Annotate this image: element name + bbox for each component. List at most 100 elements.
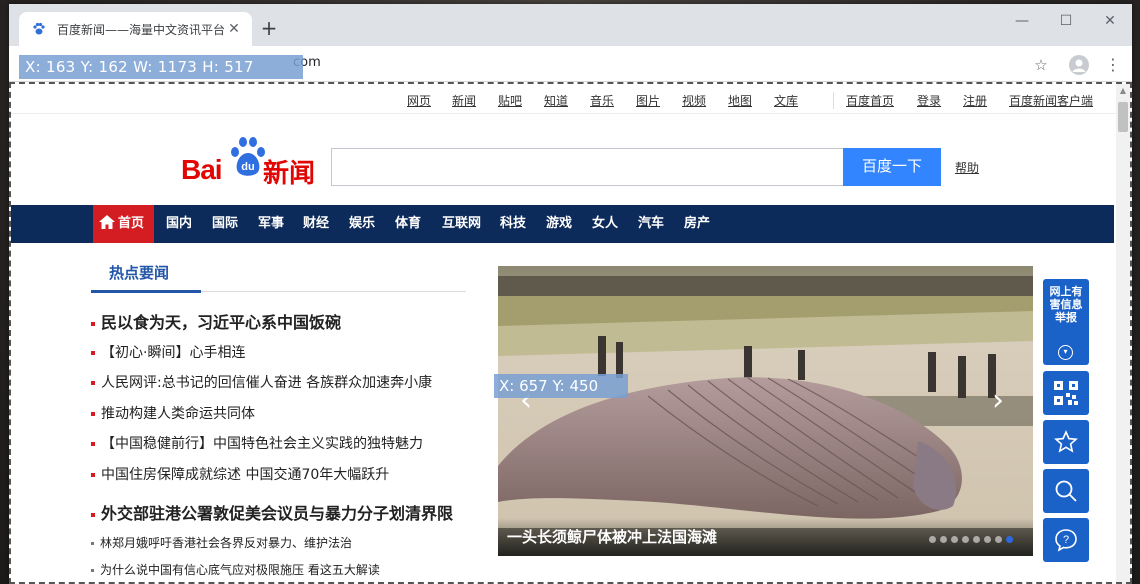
report-harmful-info-button[interactable]: 网上有害信息举报 ▾	[1043, 279, 1089, 365]
hero-caption[interactable]: 一头长须鲸尸体被冲上法国海滩	[507, 526, 717, 547]
logo-bai-text: Bai	[181, 154, 223, 185]
top-link-7[interactable]: 地图	[728, 92, 752, 109]
nav-item-10[interactable]: 汽车	[638, 205, 664, 243]
home-icon	[99, 215, 115, 229]
nav-item-11[interactable]: 房产	[684, 205, 710, 243]
chevron-right-icon[interactable]: ›	[992, 386, 1004, 416]
favorite-button[interactable]	[1043, 420, 1089, 464]
top-link-2[interactable]: 贴吧	[498, 92, 522, 109]
vertical-scrollbar[interactable]: ▲	[1116, 84, 1130, 584]
search-button[interactable]: 百度一下	[843, 148, 941, 186]
nav-item-6[interactable]: 互联网	[442, 205, 481, 243]
top-link-0[interactable]: 网页	[407, 92, 431, 109]
nav-item-home[interactable]: 首页	[93, 205, 154, 243]
search-tool-button[interactable]	[1043, 469, 1089, 513]
news-item[interactable]: 林郑月娥呼吁香港社会各界反对暴力、维护法治	[91, 534, 352, 551]
carousel-dot[interactable]	[940, 536, 947, 543]
web-page: 网页 新闻 贴吧 知道 音乐 图片 视频 地图 文库 百度首页 登录 注册 百度新闻客户端 Bai du…	[11, 84, 1116, 584]
close-tab-icon[interactable]: ✕	[226, 21, 242, 37]
bookmark-star-icon[interactable]: ☆	[1031, 55, 1051, 75]
bullet-marker	[91, 442, 95, 446]
search-input[interactable]	[331, 148, 843, 186]
news-headline: 人民网评:总书记的回信催人奋进 各族群众加速奔小康	[101, 375, 433, 391]
top-link-11[interactable]: 注册	[963, 92, 987, 109]
baidu-paw-icon	[31, 21, 47, 37]
news-headline: 民以食为天，习近平心系中国饭碗	[101, 313, 342, 332]
news-headline: 为什么说中国有信心底气应对极限施压 看这五大解读	[100, 563, 380, 577]
top-link-12[interactable]: 百度新闻客户端	[1009, 92, 1093, 109]
news-item[interactable]: 为什么说中国有信心底气应对极限施压 看这五大解读	[91, 561, 380, 578]
hero-carousel[interactable]: 一头长须鲸尸体被冲上法国海滩 ‹ ›	[498, 266, 1033, 556]
nav-item-3[interactable]: 财经	[303, 205, 329, 243]
carousel-dot[interactable]	[929, 536, 936, 543]
beached-whale-photo	[498, 266, 1033, 556]
top-link-3[interactable]: 知道	[544, 92, 568, 109]
qrcode-button[interactable]	[1043, 371, 1089, 415]
carousel-dot[interactable]	[951, 536, 958, 543]
top-link-6[interactable]: 视频	[682, 92, 706, 109]
news-item[interactable]: 中国住房保障成就综述 中国交通70年大幅跃升	[91, 464, 389, 484]
question-bubble-icon: ?	[1055, 529, 1077, 552]
star-icon	[1054, 430, 1078, 453]
report-label: 网上有害信息举报	[1049, 285, 1083, 324]
top-link-8[interactable]: 文库	[774, 92, 798, 109]
qrcode-icon	[1054, 381, 1078, 405]
top-link-1[interactable]: 新闻	[452, 92, 476, 109]
nav-item-4[interactable]: 娱乐	[349, 205, 375, 243]
bullet-marker	[91, 321, 95, 326]
top-link-4[interactable]: 音乐	[590, 92, 614, 109]
category-nav: 首页 国内 国际 军事 财经 娱乐 体育 互联网 科技 游戏 女人 汽车 房产	[11, 205, 1114, 243]
profile-avatar-icon[interactable]	[1069, 55, 1089, 75]
carousel-dot[interactable]	[984, 536, 991, 543]
nav-item-0[interactable]: 国内	[166, 205, 192, 243]
carousel-dot[interactable]	[973, 536, 980, 543]
news-headline: 外交部驻港公署敦促美会议员与暴力分子划清界限	[101, 504, 454, 523]
bullet-marker	[91, 351, 95, 355]
minimize-button[interactable]: —	[1007, 10, 1037, 34]
maximize-button[interactable]: ☐	[1051, 10, 1081, 34]
top-link-9[interactable]: 百度首页	[833, 92, 894, 109]
news-item[interactable]: 【中国稳健前行】中国特色社会主义实践的独特魅力	[91, 433, 423, 453]
carousel-dots	[929, 536, 1013, 543]
top-link-10[interactable]: 登录	[917, 92, 941, 109]
scroll-up-arrow-icon[interactable]: ▲	[1116, 84, 1130, 98]
carousel-dot[interactable]	[995, 536, 1002, 543]
nav-item-8[interactable]: 游戏	[546, 205, 572, 243]
section-tab-underline	[91, 290, 201, 293]
news-headline: 推动构建人类命运共同体	[101, 406, 255, 422]
nav-item-5[interactable]: 体育	[395, 205, 421, 243]
scroll-thumb[interactable]	[1118, 102, 1128, 132]
feedback-button[interactable]: ?	[1043, 518, 1089, 562]
hot-news-heading[interactable]: 热点要闻	[109, 262, 169, 283]
news-item[interactable]: 人民网评:总书记的回信催人奋进 各族群众加速奔小康	[91, 372, 432, 392]
news-item[interactable]: 【初心·瞬间】心手相连	[91, 342, 245, 362]
browser-tab[interactable]: 百度新闻——海量中文资讯平台 ✕	[19, 12, 252, 46]
carousel-dot[interactable]	[1006, 536, 1013, 543]
news-item[interactable]: 外交部驻港公署敦促美会议员与暴力分子划清界限	[91, 500, 453, 524]
coordinate-overlay-label: X: 163 Y: 162 W: 1173 H: 517	[19, 55, 303, 79]
svg-text:?: ?	[1063, 534, 1069, 546]
nav-item-9[interactable]: 女人	[592, 205, 618, 243]
nav-item-7[interactable]: 科技	[500, 205, 526, 243]
nav-item-1[interactable]: 国际	[212, 205, 238, 243]
carousel-dot[interactable]	[962, 536, 969, 543]
news-headline: 林郑月娥呼吁香港社会各界反对暴力、维护法治	[100, 536, 353, 550]
logo-news-text: 新闻	[263, 159, 316, 189]
nav-item-2[interactable]: 军事	[258, 205, 284, 243]
new-tab-button[interactable]: +	[257, 17, 281, 41]
title-bar: 百度新闻——海量中文资讯平台 ✕ + — ☐ ✕	[9, 4, 1132, 46]
bullet-marker	[91, 381, 95, 385]
search-icon	[1055, 480, 1077, 502]
news-item[interactable]: 推动构建人类命运共同体	[91, 403, 255, 423]
close-window-button[interactable]: ✕	[1095, 10, 1125, 34]
help-link[interactable]: 帮助	[955, 159, 979, 176]
browser-toolbar: com X: 163 Y: 162 W: 1173 H: 517 ☆ ⋮	[9, 46, 1132, 82]
news-item[interactable]: 民以食为天，习近平心系中国饭碗	[91, 309, 341, 333]
browser-window: 百度新闻——海量中文资讯平台 ✕ + — ☐ ✕ com X: 163 Y: 1…	[9, 4, 1132, 584]
chevron-down-icon: ▾	[1058, 345, 1073, 360]
nav-home-label: 首页	[118, 216, 145, 231]
kebab-menu-icon[interactable]: ⋮	[1103, 55, 1123, 75]
top-link-5[interactable]: 图片	[636, 92, 660, 109]
top-links-bar: 网页 新闻 贴吧 知道 音乐 图片 视频 地图 文库 百度首页 登录 注册 百度新闻客户端	[11, 84, 1116, 114]
address-bar[interactable]: com X: 163 Y: 162 W: 1173 H: 517	[15, 51, 1033, 79]
